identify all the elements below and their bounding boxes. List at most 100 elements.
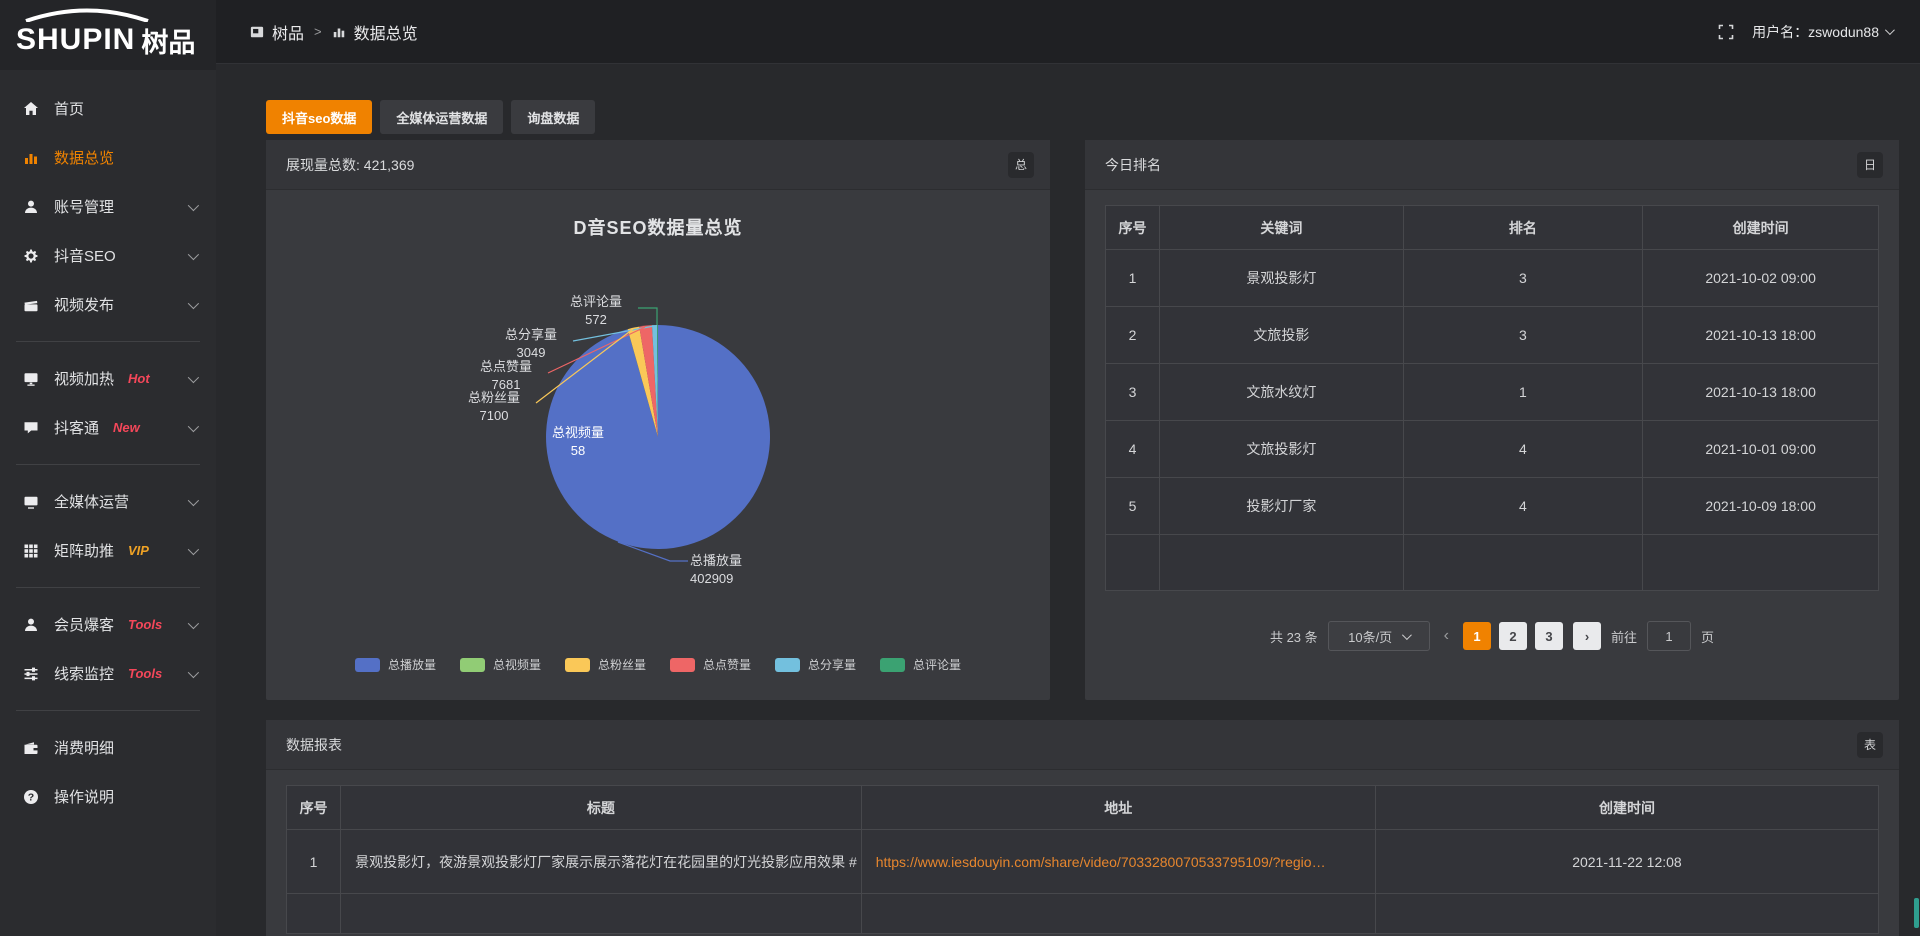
impressions-total-label: 展现量总数: 421,369	[286, 155, 414, 175]
legend-swatch	[355, 658, 380, 672]
legend-item-总粉丝量[interactable]: 总粉丝量	[565, 656, 646, 673]
table-cell: 1	[1403, 364, 1643, 421]
page-button-3[interactable]: 3	[1535, 622, 1563, 650]
overview-panel-header: 展现量总数: 421,369 总	[266, 140, 1050, 190]
legend-label: 总播放量	[388, 656, 436, 673]
chevron-down-icon	[188, 248, 199, 259]
total-badge-button[interactable]: 总	[1008, 152, 1034, 178]
column-header: 创建时间	[1643, 206, 1879, 250]
page-button-1[interactable]: 1	[1463, 622, 1491, 650]
empty-table-row	[287, 894, 1879, 934]
sidebar-item-data-overview[interactable]: 数据总览	[0, 133, 216, 182]
time-cell: 2021-11-22 12:08	[1375, 830, 1878, 894]
user-menu[interactable]: 用户名：zswodun88	[1752, 22, 1892, 42]
ranking-panel: 今日排名 日 序号关键词排名创建时间 1景观投影灯32021-10-02 09:…	[1085, 140, 1899, 700]
table-cell: 1	[1106, 250, 1160, 307]
pie-chart-svg	[266, 190, 1050, 699]
sidebar-item-account-management[interactable]: 账号管理	[0, 182, 216, 231]
table-cell: 3	[1403, 307, 1643, 364]
legend-label: 总粉丝量	[598, 656, 646, 673]
chevron-down-icon	[188, 199, 199, 210]
column-header: 序号	[1106, 206, 1160, 250]
legend-swatch	[460, 658, 485, 672]
legend-item-总视频量[interactable]: 总视频量	[460, 656, 541, 673]
table-cell: 2021-10-01 09:00	[1643, 421, 1879, 478]
tab-0[interactable]: 抖音seo数据	[266, 100, 372, 134]
breadcrumb-item[interactable]: 树品	[272, 20, 304, 44]
ranking-table-body: 1景观投影灯32021-10-02 09:002文旅投影32021-10-13 …	[1106, 250, 1879, 591]
sidebar-item-label: 操作说明	[54, 786, 114, 807]
table-cell: 3	[1403, 250, 1643, 307]
url-cell: https://www.iesdouyin.com/share/video/70…	[861, 830, 1375, 894]
legend-swatch	[670, 658, 695, 672]
legend-item-总分享量[interactable]: 总分享量	[775, 656, 856, 673]
table-cell: 文旅水纹灯	[1160, 364, 1403, 421]
sidebar-item-douyin-seo[interactable]: 抖音SEO	[0, 231, 216, 280]
user-icon	[22, 617, 40, 633]
chevron-down-icon	[188, 420, 199, 431]
sidebar-item-label: 抖客通	[54, 417, 99, 438]
sidebar-item-media-operation[interactable]: 全媒体运营	[0, 477, 216, 526]
legend-item-总播放量[interactable]: 总播放量	[355, 656, 436, 673]
bar-chart-icon	[332, 25, 346, 39]
tab-1[interactable]: 全媒体运营数据	[380, 100, 503, 134]
sidebar-item-video-publish[interactable]: 视频发布	[0, 280, 216, 329]
page-size-select[interactable]: 10条/页	[1328, 621, 1430, 651]
prev-page-button[interactable]: ‹	[1440, 627, 1453, 645]
sidebar-item-label: 账号管理	[54, 196, 114, 217]
legend-item-总评论量[interactable]: 总评论量	[880, 656, 961, 673]
pagination: 共 23 条 10条/页 ‹ 123 › 前往 页	[1105, 621, 1879, 651]
page-button-2[interactable]: 2	[1499, 622, 1527, 650]
sidebar-divider	[16, 464, 200, 465]
chevron-down-icon	[1402, 630, 1412, 640]
chevron-down-icon	[188, 666, 199, 677]
column-header: 序号	[287, 786, 341, 830]
chat-icon	[22, 420, 40, 436]
sidebar-item-label: 线索监控	[54, 663, 114, 684]
column-header: 标题	[341, 786, 862, 830]
sidebar-item-video-heat[interactable]: 视频加热Hot	[0, 354, 216, 403]
chevron-down-icon	[188, 617, 199, 628]
table-cell: 3	[1106, 364, 1160, 421]
video-link[interactable]: https://www.iesdouyin.com/share/video/70…	[876, 854, 1326, 870]
breadcrumb-item[interactable]: 数据总览	[354, 20, 418, 44]
table-cell: 1	[287, 830, 341, 894]
sidebar: SHUPIN 树品 首页数据总览账号管理抖音SEO视频发布视频加热Hot抖客通N…	[0, 0, 216, 936]
table-cell: 2021-10-09 18:00	[1643, 478, 1879, 535]
sidebar-item-douketong[interactable]: 抖客通New	[0, 403, 216, 452]
table-cell: 文旅投影	[1160, 307, 1403, 364]
sliders-icon	[22, 666, 40, 682]
sidebar-item-home[interactable]: 首页	[0, 84, 216, 133]
bar-chart-icon	[22, 150, 40, 166]
app-icon	[250, 25, 264, 39]
table-row: 5投影灯厂家42021-10-09 18:00	[1106, 478, 1879, 535]
chevron-down-icon	[188, 543, 199, 554]
ranking-table: 序号关键词排名创建时间 1景观投影灯32021-10-02 09:002文旅投影…	[1105, 205, 1879, 591]
tab-2[interactable]: 询盘数据	[511, 100, 595, 134]
scrollbar-thumb[interactable]	[1914, 898, 1919, 928]
sidebar-item-instructions[interactable]: ?操作说明	[0, 772, 216, 821]
monitor-icon	[22, 494, 40, 510]
leader-line-comment	[638, 308, 657, 325]
goto-page-input[interactable]	[1647, 621, 1691, 651]
sidebar-item-label: 数据总览	[54, 147, 114, 168]
sidebar-divider	[16, 341, 200, 342]
table-cell: 2021-10-13 18:00	[1643, 364, 1879, 421]
sidebar-item-badge: VIP	[128, 543, 149, 558]
logo-text-en: SHUPIN	[16, 23, 135, 57]
sidebar-item-member-baoke[interactable]: 会员爆客Tools	[0, 600, 216, 649]
table-row: 1景观投影灯32021-10-02 09:00	[1106, 250, 1879, 307]
sidebar-item-matrix-boost[interactable]: 矩阵助推VIP	[0, 526, 216, 575]
day-badge-button[interactable]: 日	[1857, 152, 1883, 178]
overview-panel: 展现量总数: 421,369 总 D音SEO数据量总览 总评论量572 总分享	[266, 140, 1050, 700]
legend-label: 总评论量	[913, 656, 961, 673]
legend-item-总点赞量[interactable]: 总点赞量	[670, 656, 751, 673]
sidebar-item-consumption-detail[interactable]: 消费明细	[0, 723, 216, 772]
app-logo[interactable]: SHUPIN 树品	[0, 0, 216, 70]
monitor-stand-icon	[22, 371, 40, 387]
table-badge-button[interactable]: 表	[1857, 732, 1883, 758]
sidebar-item-clue-monitor[interactable]: 线索监控Tools	[0, 649, 216, 698]
fullscreen-icon[interactable]	[1718, 24, 1734, 40]
report-table-body: 1景观投影灯，夜游景观投影灯厂家展示展示落花灯在花园里的灯光投影应用效果 #ht…	[287, 830, 1879, 934]
next-page-button[interactable]: ›	[1573, 622, 1601, 650]
